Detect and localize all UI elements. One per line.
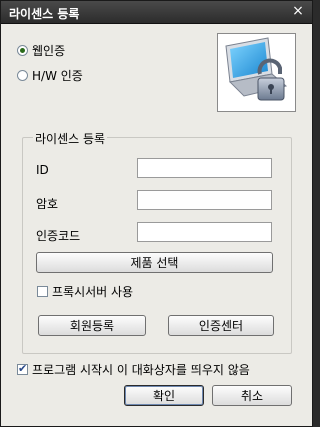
radio-hw-auth[interactable]: H/W 인증 [17, 67, 83, 84]
proxy-checkbox-label: 프록시서버 사용 [52, 285, 134, 299]
laptop-lock-graphic [225, 37, 288, 101]
auth-code-field[interactable] [137, 222, 272, 242]
proxy-checkbox-row[interactable]: 프록시서버 사용 [37, 283, 133, 300]
title-bar[interactable]: 라이센스 등록 × [1, 1, 312, 24]
startup-checkbox-row[interactable]: ✔ 프로그램 시작시 이 대화상자를 띄우지 않음 [17, 361, 250, 378]
startup-checkbox[interactable]: ✔ [17, 362, 28, 375]
auth-code-label: 인증코드 [36, 229, 81, 243]
register-member-button[interactable]: 회원등록 [38, 315, 146, 336]
password-label: 암호 [36, 197, 59, 211]
auth-center-button[interactable]: 인증센터 [168, 315, 274, 336]
radio-button-checked[interactable] [17, 45, 28, 56]
id-field[interactable] [137, 158, 272, 178]
radio-button[interactable] [17, 70, 28, 81]
license-group: 라이센스 등록 ID 암호 인증코드 제품 선택 프록시서버 사용 회원등록 인… [22, 130, 292, 354]
product-select-button[interactable]: 제품 선택 [36, 252, 273, 273]
checkmark-icon: ✔ [18, 362, 28, 375]
close-icon[interactable]: × [290, 3, 306, 19]
radio-label-hw-auth: H/W 인증 [32, 69, 83, 83]
ok-button[interactable]: 확인 [124, 385, 204, 406]
laptop-lock-icon [217, 33, 296, 112]
cancel-button[interactable]: 취소 [212, 385, 292, 406]
dialog-content: 웹인증 H/W 인증 라이센스 등록 ID 암호 인증코드 제품 선택 프록시서… [5, 24, 308, 422]
startup-checkbox-label: 프로그램 시작시 이 대화상자를 띄우지 않음 [32, 363, 250, 377]
license-dialog: 라이센스 등록 × 웹인증 H/W 인증 라이센스 등록 ID 암호 인증코드 … [0, 0, 313, 427]
radio-web-auth[interactable]: 웹인증 [17, 42, 65, 59]
window-title: 라이센스 등록 [9, 7, 80, 21]
proxy-checkbox[interactable] [37, 286, 48, 297]
radio-label-web-auth: 웹인증 [32, 44, 66, 58]
group-title: 라이센스 등록 [33, 130, 108, 147]
password-field[interactable] [137, 190, 272, 210]
id-label: ID [36, 163, 49, 177]
